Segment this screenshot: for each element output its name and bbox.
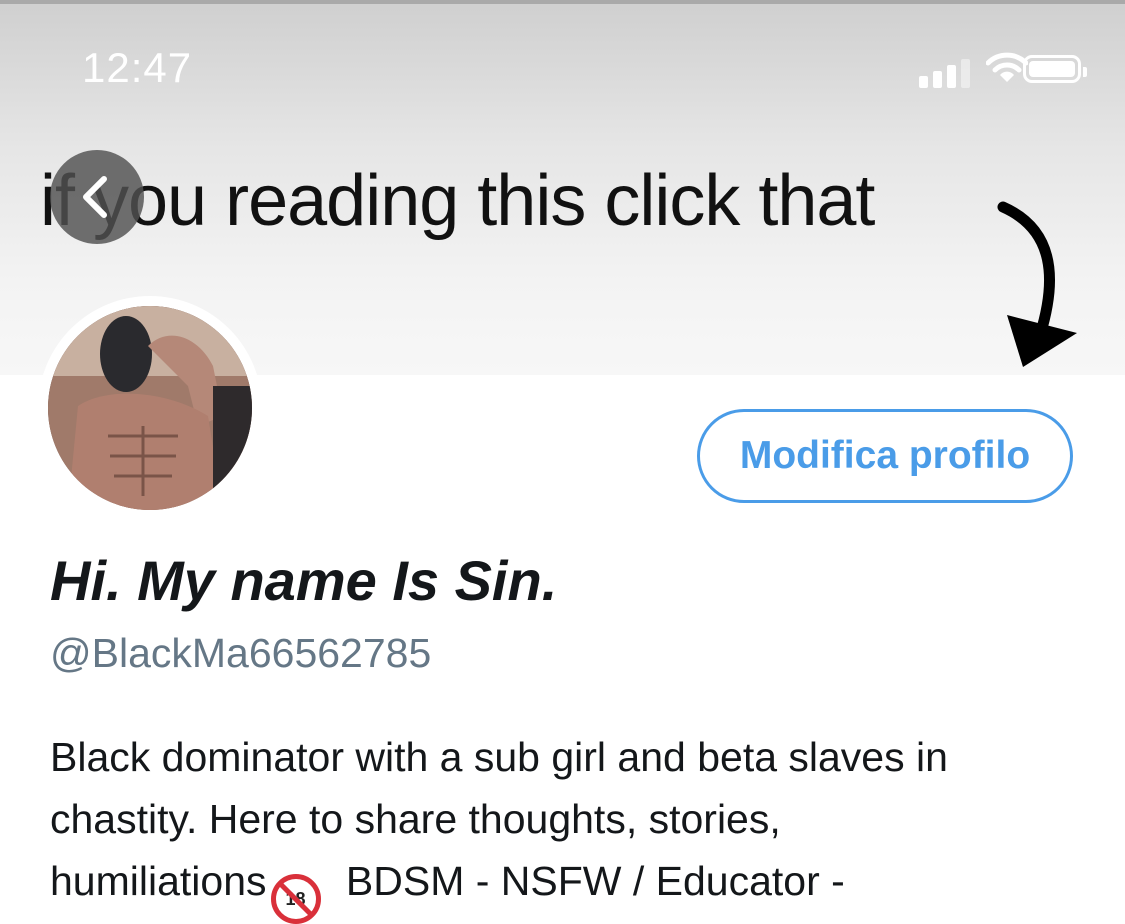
status-time: 12:47	[82, 44, 193, 91]
bio-line-text: humiliations	[50, 858, 267, 904]
no-one-under-eighteen-icon: 18	[270, 874, 321, 924]
back-button[interactable]	[50, 150, 144, 244]
bio-line-text: BDSM - NSFW / Educator -	[334, 858, 845, 904]
top-divider	[0, 0, 1125, 4]
status-icons	[881, 52, 1087, 88]
wifi-icon	[986, 52, 1028, 82]
banner-text: if you reading this click that	[40, 161, 875, 241]
chevron-left-icon	[83, 176, 107, 218]
battery-icon	[1023, 55, 1087, 83]
display-name: Hi. My name Is Sin.	[50, 549, 558, 612]
bio-line: Black dominator with a sub girl and beta…	[50, 734, 948, 780]
avatar[interactable]	[48, 306, 252, 510]
edit-profile-button[interactable]: Modifica profilo	[697, 409, 1073, 503]
bio-line: humiliations 18 BDSM - NSFW / Educator -	[50, 850, 1090, 924]
user-handle: @BlackMa66562785	[50, 630, 432, 676]
profile-bio: Black dominator with a sub girl and beta…	[50, 726, 1090, 924]
bio-line: chastity. Here to share thoughts, storie…	[50, 796, 781, 842]
curved-arrow-icon	[997, 201, 1077, 367]
avatar-photo	[48, 306, 252, 510]
